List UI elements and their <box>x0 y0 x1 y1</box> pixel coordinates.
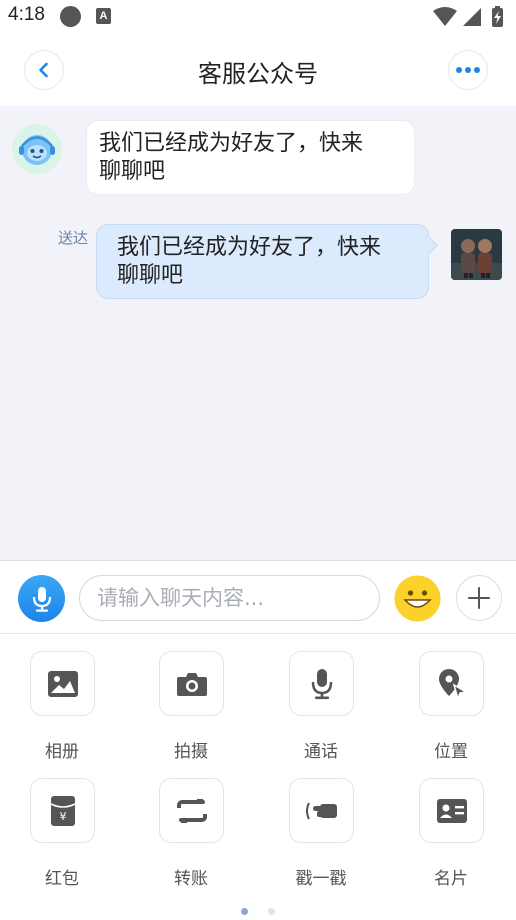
tool-camera[interactable]: 拍摄 <box>151 651 231 762</box>
tool-label: 转账 <box>174 869 208 889</box>
notification-dot-icon <box>60 6 81 27</box>
tool-icon-box <box>159 651 224 716</box>
tool-label: 相册 <box>45 742 79 762</box>
message-input[interactable] <box>79 575 380 621</box>
tool-icon-box <box>289 778 354 843</box>
red-packet-icon: ¥ <box>50 795 75 826</box>
microphone-icon <box>311 668 332 699</box>
microphone-icon <box>32 586 51 612</box>
chat-area[interactable]: 我们已经成为好友了，快来 聊聊吧 送达 我们已经成为好友了，快来 聊聊吧 <box>0 106 516 560</box>
photo-album-icon <box>47 670 78 697</box>
tools-panel: 相册 拍摄 通话 位置 ¥ 红包 转账 戳一戳 名片 <box>0 634 516 920</box>
tool-icon-box <box>289 651 354 716</box>
tool-location[interactable]: 位置 <box>411 651 491 762</box>
page-title: 客服公众号 <box>198 60 318 88</box>
user-avatar[interactable] <box>451 229 502 280</box>
wifi-icon <box>433 7 457 26</box>
status-icons <box>433 6 503 27</box>
tool-label: 通话 <box>304 742 338 762</box>
tool-label: 位置 <box>434 742 468 762</box>
battery-icon <box>492 6 503 27</box>
tool-icon-box <box>419 778 484 843</box>
poke-icon <box>305 802 337 819</box>
message-text-line: 我们已经成为好友了，快来 <box>99 131 364 156</box>
header: 客服公众号 <box>0 34 516 106</box>
more-options-button[interactable] <box>448 50 488 90</box>
message-text-line: 聊聊吧 <box>99 159 166 184</box>
more-tools-button[interactable] <box>456 575 502 621</box>
voice-input-button[interactable] <box>18 575 65 622</box>
tool-label: 拍摄 <box>174 742 208 762</box>
delivery-status: 送达 <box>58 229 89 247</box>
tool-transfer[interactable]: 转账 <box>151 778 231 889</box>
tool-business-card[interactable]: 名片 <box>411 778 491 889</box>
message-text-line: 我们已经成为好友了，快来 <box>117 235 382 260</box>
service-bot-avatar[interactable] <box>12 124 62 174</box>
business-card-icon <box>436 798 467 823</box>
tool-icon-box: ¥ <box>30 778 95 843</box>
svg-text:¥: ¥ <box>59 810 66 823</box>
page-dot <box>267 908 275 915</box>
page-indicator <box>0 900 516 919</box>
tool-red-packet[interactable]: ¥ 红包 <box>22 778 102 889</box>
app-notification-icon: A <box>96 8 111 24</box>
status-time: 4:18 <box>8 4 45 25</box>
outgoing-message-bubble[interactable]: 我们已经成为好友了，快来 聊聊吧 <box>96 224 429 299</box>
message-text-line: 聊聊吧 <box>117 263 184 288</box>
plus-icon <box>468 587 490 609</box>
tool-icon-box <box>419 651 484 716</box>
transfer-icon <box>176 798 207 823</box>
tool-poke[interactable]: 戳一戳 <box>281 778 361 889</box>
status-bar: 4:18 A <box>0 0 516 34</box>
tool-label: 名片 <box>434 869 468 889</box>
tool-label: 红包 <box>45 869 79 889</box>
tool-label: 戳一戳 <box>295 869 347 889</box>
input-bar <box>0 560 516 634</box>
location-icon <box>438 668 467 700</box>
tool-icon-box <box>30 651 95 716</box>
camera-icon <box>176 672 207 696</box>
tool-album[interactable]: 相册 <box>22 651 102 762</box>
incoming-message-bubble[interactable]: 我们已经成为好友了，快来 聊聊吧 <box>86 120 415 195</box>
signal-icon <box>463 8 481 26</box>
tool-icon-box <box>159 778 224 843</box>
emoji-button[interactable] <box>394 575 441 622</box>
page-dot-active <box>241 908 249 915</box>
more-dots-icon <box>456 67 480 73</box>
tool-call[interactable]: 通话 <box>281 651 361 762</box>
